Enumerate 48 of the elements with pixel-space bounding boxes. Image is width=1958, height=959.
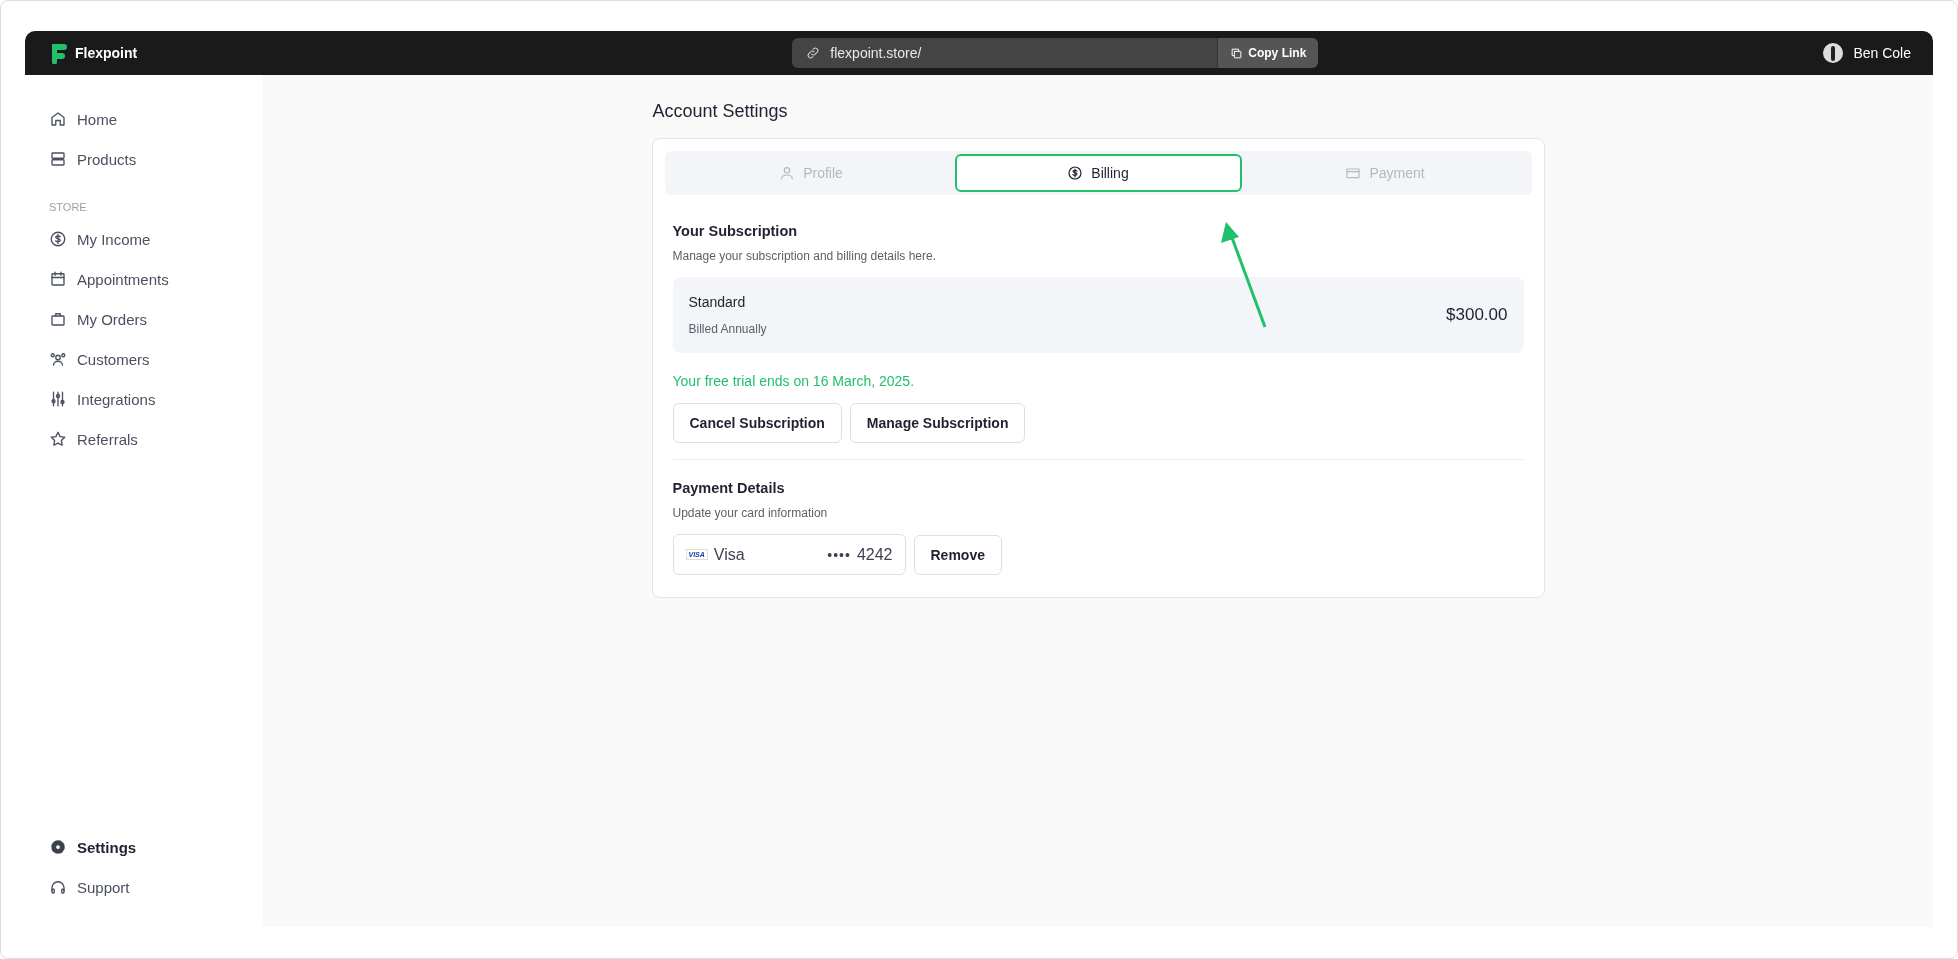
sidebar-item[interactable]: My Orders — [49, 299, 147, 339]
trial-note: Your free trial ends on 16 March, 2025. — [672, 373, 915, 389]
stack-icon — [49, 150, 67, 168]
dollar-icon — [49, 230, 67, 248]
sidebar-item[interactable]: Appointments — [49, 259, 169, 299]
masked-digits: •••• — [827, 546, 851, 563]
calendar-icon — [49, 270, 67, 288]
plan-price: $300.00 — [1446, 305, 1508, 325]
card-last-digits: 4242 — [856, 545, 893, 564]
tab[interactable]: Billing — [954, 154, 1242, 192]
bag-icon — [49, 310, 67, 328]
billing-cycle: Billed Annually — [688, 322, 767, 336]
url-field[interactable]: flexpoint.store/ — [792, 38, 1218, 68]
link-icon — [806, 46, 821, 60]
section-label: STORE — [49, 201, 87, 213]
user-icon — [779, 165, 796, 181]
brand-name: Flexpoint — [75, 45, 138, 61]
logo-icon — [49, 42, 67, 64]
section-heading: Your Subscription — [672, 223, 798, 239]
card-brand: Visa — [713, 545, 746, 564]
sidebar-item[interactable]: Settings — [49, 827, 137, 867]
copy-link-button[interactable]: Copy Link — [1217, 38, 1319, 68]
subscription-button[interactable]: Manage Subscription — [849, 403, 1026, 443]
people-icon — [49, 350, 67, 368]
headphones-icon — [49, 878, 67, 896]
dollar-icon — [1067, 165, 1084, 181]
sidebar-item[interactable]: Customers — [49, 339, 150, 379]
star-icon — [49, 430, 67, 448]
copy-icon — [1230, 46, 1244, 60]
sidebar-item[interactable]: Referrals — [49, 419, 138, 459]
sidebar-item[interactable]: My Income — [49, 219, 151, 259]
plan-name: Standard — [688, 294, 747, 310]
section-heading: Payment Details — [672, 480, 785, 496]
sidebar-item[interactable]: Support — [49, 867, 130, 907]
gear-icon — [49, 838, 67, 856]
card-icon — [1345, 165, 1362, 181]
sidebar-item[interactable]: Home — [49, 99, 117, 139]
sidebar-item[interactable]: Integrations — [49, 379, 156, 419]
sidebar-item[interactable]: Products — [49, 139, 137, 179]
subscription-button[interactable]: Cancel Subscription — [672, 403, 842, 443]
avatar[interactable] — [1823, 43, 1844, 63]
page-title: Account Settings — [652, 101, 788, 122]
section-description: Manage your subscription and billing details here. — [672, 249, 936, 263]
home-icon — [49, 110, 67, 128]
remove-button[interactable]: Remove — [913, 534, 1002, 575]
sliders-icon — [49, 390, 67, 408]
section-description: Update your card information — [672, 506, 828, 520]
user-name: Ben Cole — [1853, 45, 1911, 61]
